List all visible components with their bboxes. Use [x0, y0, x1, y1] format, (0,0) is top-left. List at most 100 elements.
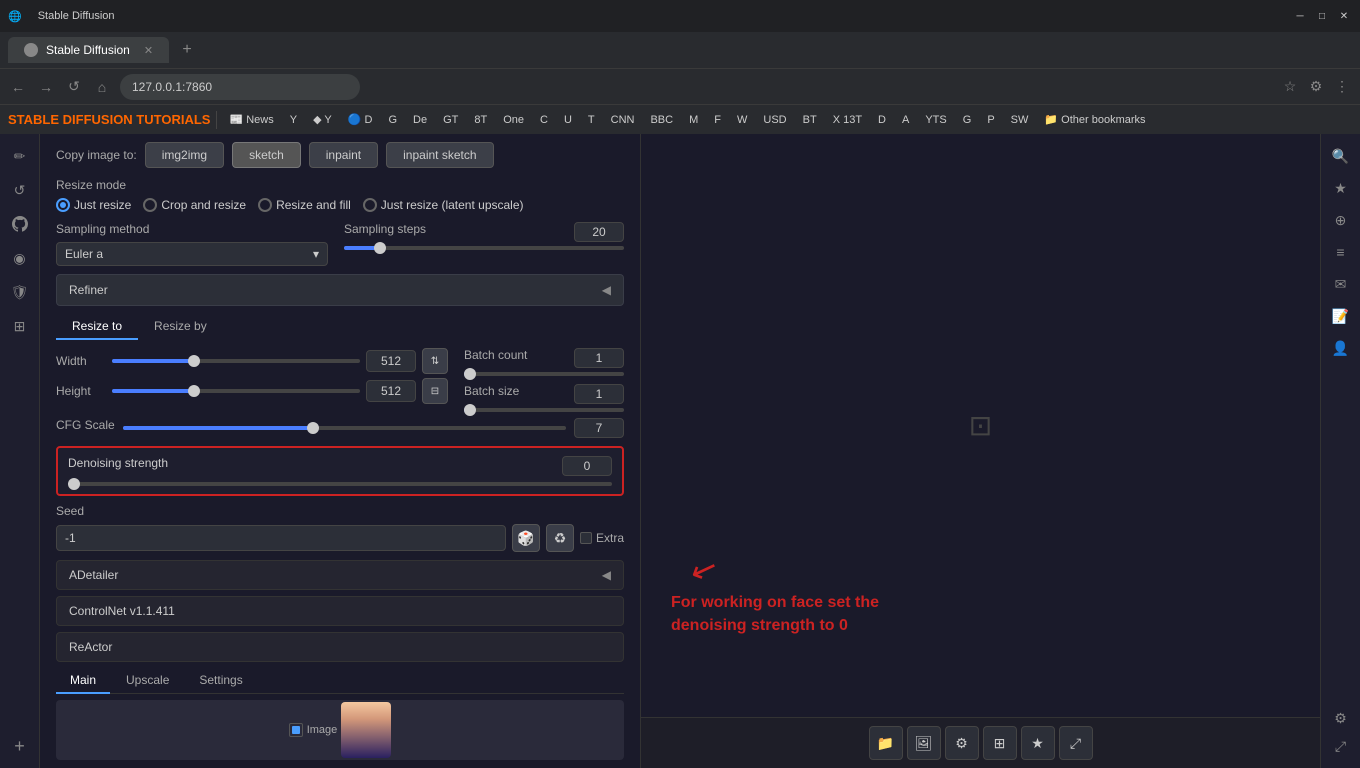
maximize-button[interactable]: □	[1314, 8, 1330, 24]
right-sidebar-list[interactable]: ≡	[1327, 238, 1355, 266]
close-button[interactable]: ✕	[1336, 8, 1352, 24]
bookmark-cnn[interactable]: CNN	[605, 112, 641, 128]
refiner-accordion[interactable]: Refiner ◀	[56, 274, 624, 306]
bookmark-sw[interactable]: SW	[1005, 112, 1035, 128]
sampling-method-dropdown[interactable]: Euler a ▾	[56, 242, 328, 266]
copy-btn-inpaint-sketch[interactable]: inpaint sketch	[386, 142, 493, 168]
cfg-scale-track[interactable]	[123, 426, 566, 430]
batch-size-track[interactable]	[464, 408, 624, 412]
resize-fill[interactable]: Resize and fill	[258, 198, 351, 212]
extra-checkbox[interactable]	[580, 532, 592, 544]
swap-dimensions-button[interactable]: ⇅	[422, 348, 448, 374]
resize-latent[interactable]: Just resize (latent upscale)	[363, 198, 524, 212]
url-input[interactable]	[120, 74, 360, 100]
batch-count-track[interactable]	[464, 372, 624, 376]
right-sidebar-search[interactable]: 🔍	[1327, 142, 1355, 170]
reactor-tab-upscale[interactable]: Upscale	[112, 668, 183, 694]
preview-checkbox[interactable]	[289, 723, 303, 737]
bookmark-f[interactable]: F	[708, 112, 727, 128]
new-tab-button[interactable]: +	[173, 36, 201, 64]
toolbar-layers-button[interactable]: ⊞	[983, 726, 1017, 760]
bookmark-d2[interactable]: D	[872, 112, 892, 128]
bookmark-a[interactable]: A	[896, 112, 915, 128]
extensions-button[interactable]: ⚙	[1306, 77, 1326, 97]
aspect-ratio-button[interactable]: ⊟	[422, 378, 448, 404]
right-sidebar-ext[interactable]: ⊕	[1327, 206, 1355, 234]
sidebar-icon-circle[interactable]: ◉	[6, 244, 34, 272]
sidebar-add-button[interactable]: +	[6, 732, 34, 760]
toolbar-star-button[interactable]: ★	[1021, 726, 1055, 760]
denoising-thumb[interactable]	[68, 478, 80, 490]
sidebar-icon-github[interactable]	[6, 210, 34, 238]
home-button[interactable]: ⌂	[92, 77, 112, 97]
bookmark-bt[interactable]: BT	[797, 112, 823, 128]
right-sidebar-note[interactable]: 📝	[1327, 302, 1355, 330]
bookmark-one[interactable]: One	[497, 112, 530, 128]
cfg-scale-thumb[interactable]	[307, 422, 319, 434]
right-sidebar-resize[interactable]: ⤢	[1327, 732, 1355, 760]
seed-input[interactable]	[56, 525, 506, 551]
reactor-tab-settings[interactable]: Settings	[185, 668, 256, 694]
sidebar-icon-shield[interactable]: 🛡	[6, 278, 34, 306]
cfg-scale-value[interactable]: 7	[574, 418, 624, 438]
back-button[interactable]: ←	[8, 77, 28, 97]
toolbar-folder-button[interactable]: 📁	[869, 726, 903, 760]
resize-crop-resize[interactable]: Crop and resize	[143, 198, 246, 212]
bookmark-m[interactable]: M	[683, 112, 704, 128]
forward-button[interactable]: →	[36, 77, 56, 97]
seed-dice-button[interactable]: 🎲	[512, 524, 540, 552]
bookmark-usd[interactable]: USD	[757, 112, 792, 128]
seed-recycle-button[interactable]: ♻	[546, 524, 574, 552]
bookmark-g2[interactable]: G	[957, 112, 978, 128]
reactor-accordion[interactable]: ReActor	[56, 632, 624, 662]
width-track[interactable]	[112, 359, 360, 363]
bookmark-y2[interactable]: ◆ Y	[307, 111, 338, 128]
batch-count-thumb[interactable]	[464, 368, 476, 380]
bookmark-gt[interactable]: GT	[437, 112, 464, 128]
bookmark-y1[interactable]: Y	[284, 112, 303, 128]
sidebar-icon-refresh[interactable]: ↺	[6, 176, 34, 204]
sampling-steps-track[interactable]	[344, 246, 624, 250]
reload-button[interactable]: ↺	[64, 77, 84, 97]
bookmark-13t[interactable]: X 13T	[827, 112, 868, 128]
tab-resize-to[interactable]: Resize to	[56, 314, 138, 340]
toolbar-resize-button[interactable]: ⤢	[1059, 726, 1093, 760]
width-value[interactable]: 512	[366, 350, 416, 372]
active-tab[interactable]: Stable Diffusion ✕	[8, 37, 169, 63]
denoising-value[interactable]: 0	[562, 456, 612, 476]
bookmark-news[interactable]: 📰 News	[223, 111, 279, 128]
height-track[interactable]	[112, 389, 360, 393]
copy-btn-inpaint[interactable]: inpaint	[309, 142, 378, 168]
adetailer-accordion[interactable]: ADetailer ◀	[56, 560, 624, 590]
sidebar-icon-layers[interactable]: ⊞	[6, 312, 34, 340]
bookmark-d[interactable]: 🔵 D	[342, 111, 379, 128]
minimize-button[interactable]: ─	[1292, 8, 1308, 24]
height-value[interactable]: 512	[366, 380, 416, 402]
bookmark-de[interactable]: De	[407, 112, 433, 128]
toolbar-sliders-button[interactable]: ⚙	[945, 726, 979, 760]
menu-button[interactable]: ⋮	[1332, 77, 1352, 97]
bookmark-g[interactable]: G	[382, 112, 403, 128]
width-thumb[interactable]	[188, 355, 200, 367]
denoising-track[interactable]	[68, 482, 612, 486]
copy-btn-img2img[interactable]: img2img	[145, 142, 224, 168]
right-sidebar-user[interactable]: 👤	[1327, 334, 1355, 362]
bookmark-8t[interactable]: 8T	[468, 112, 493, 128]
resize-just-resize[interactable]: Just resize	[56, 198, 131, 212]
bookmark-yts[interactable]: YTS	[919, 112, 952, 128]
bookmark-u[interactable]: U	[558, 112, 578, 128]
reactor-tab-main[interactable]: Main	[56, 668, 110, 694]
toolbar-image-button[interactable]: 🖼	[907, 726, 941, 760]
bookmark-p[interactable]: P	[981, 112, 1000, 128]
tab-resize-by[interactable]: Resize by	[138, 314, 223, 340]
bookmark-t[interactable]: T	[582, 112, 601, 128]
height-thumb[interactable]	[188, 385, 200, 397]
bookmark-other[interactable]: 📁 Other bookmarks	[1038, 111, 1151, 128]
right-sidebar-star[interactable]: ★	[1327, 174, 1355, 202]
batch-size-thumb[interactable]	[464, 404, 476, 416]
controlnet-accordion[interactable]: ControlNet v1.1.411	[56, 596, 624, 626]
sampling-steps-value[interactable]: 20	[574, 222, 624, 242]
copy-btn-sketch[interactable]: sketch	[232, 142, 301, 168]
sampling-steps-thumb[interactable]	[374, 242, 386, 254]
bookmark-button[interactable]: ☆	[1280, 77, 1300, 97]
